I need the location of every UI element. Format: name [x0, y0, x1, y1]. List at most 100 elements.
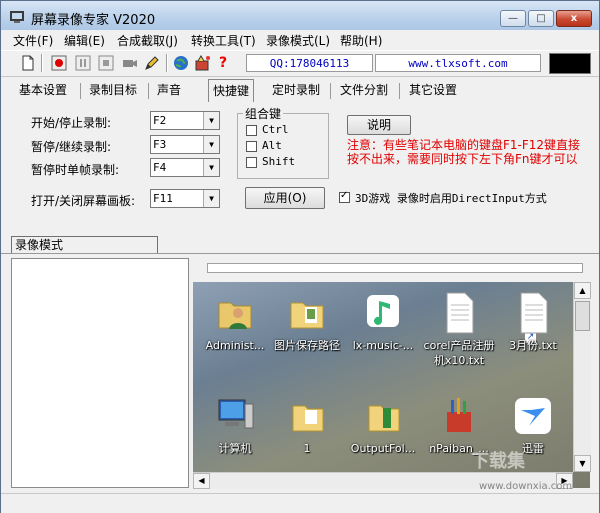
tab-separator — [80, 83, 81, 99]
desktop-icon[interactable]: OutputFol... — [343, 394, 423, 456]
globe-icon[interactable] — [173, 55, 189, 71]
modifier-group-title: 组合键 — [243, 105, 284, 122]
pause-icon[interactable] — [75, 55, 91, 71]
tab-separator — [399, 83, 400, 99]
tool-icon[interactable] — [195, 55, 211, 71]
scroll-down-icon[interactable]: ▼ — [574, 455, 591, 472]
maximize-button[interactable]: □ — [528, 10, 554, 27]
desktop-icon-label: Administ... — [205, 339, 265, 352]
directinput-checkbox[interactable] — [339, 190, 350, 203]
menu-record-mode[interactable]: 录像模式(L) — [266, 32, 330, 49]
toolbar-separator — [166, 54, 168, 72]
chevron-down-icon: ▼ — [203, 112, 219, 129]
title-bar[interactable]: 屏幕录像专家 V2020 — □ x — [1, 1, 599, 33]
file-list-pane[interactable] — [11, 258, 189, 488]
canvas-toggle-value: F11 — [153, 192, 173, 205]
desktop-icon[interactable]: 图片保存路径 — [267, 291, 347, 353]
menu-bar: 文件(F) 编辑(E) 合成截取(J) 转换工具(T) 录像模式(L) 帮助(H… — [1, 30, 599, 49]
preview-box — [549, 53, 591, 74]
camera-icon[interactable] — [122, 55, 138, 71]
toolbar-separator — [41, 54, 43, 72]
desktop-icon[interactable]: Administ... — [195, 291, 275, 353]
text-file-icon — [520, 292, 548, 334]
directinput-label: 3D游戏 录像时启用DirectInput方式 — [355, 192, 547, 205]
folder-shortcut-icon — [292, 405, 324, 432]
modifier-group: 组合键 Ctrl Alt Shift — [237, 105, 329, 179]
menu-compose[interactable]: 合成截取(J) — [117, 32, 178, 49]
shift-label: Shift — [262, 155, 296, 168]
desktop-icon-label: lx-music-... — [352, 339, 414, 352]
screen-preview: Administ... 图片保存路径 ↗ lx-music-... corel产… — [193, 282, 590, 488]
ctrl-checkbox[interactable] — [246, 125, 257, 136]
scroll-thumb[interactable] — [575, 301, 590, 331]
tab-hotkeys[interactable]: 快捷键 — [208, 79, 255, 102]
stop-icon[interactable] — [98, 55, 114, 71]
alt-checkbox[interactable] — [246, 141, 257, 152]
menu-convert[interactable]: 转换工具(T) — [191, 32, 256, 49]
tab-basic[interactable]: 基本设置 — [15, 79, 71, 101]
single-frame-select[interactable]: F4 ▼ — [150, 158, 220, 177]
tab-schedule[interactable]: 定时录制 — [268, 79, 324, 101]
watermark-text: 下载集 — [471, 451, 525, 472]
canvas-toggle-select[interactable]: F11 ▼ — [150, 189, 220, 208]
desktop-icon-label: 图片保存路径 — [274, 339, 340, 352]
start-stop-label: 开始/停止录制: — [31, 116, 112, 130]
desktop-icon[interactable]: 计算机 — [195, 394, 275, 456]
tab-separator — [330, 83, 331, 99]
explain-button[interactable]: 说明 — [347, 115, 411, 135]
tab-audio[interactable]: 声音 — [153, 79, 185, 101]
single-frame-value: F4 — [153, 161, 167, 174]
tab-split[interactable]: 文件分割 — [336, 79, 392, 101]
menu-help[interactable]: 帮助(H) — [340, 32, 382, 49]
start-stop-select[interactable]: F2 ▼ — [150, 111, 220, 130]
computer-icon — [218, 399, 254, 429]
text-file-icon — [446, 292, 474, 334]
music-app-icon — [367, 295, 399, 327]
scroll-left-icon[interactable]: ◀ — [193, 473, 210, 489]
toolbar: ? QQ:178046113 www.tlxsoft.com — [1, 50, 599, 77]
tab-other[interactable]: 其它设置 — [405, 79, 461, 101]
app-shortcut-icon — [447, 398, 471, 432]
new-file-icon[interactable] — [20, 55, 36, 71]
minimize-button[interactable]: — — [500, 10, 526, 27]
divider — [1, 253, 599, 254]
chevron-down-icon: ▼ — [203, 190, 219, 207]
settings-tabs: 基本设置 录制目标 声音 快捷键 定时录制 文件分割 其它设置 — [1, 79, 599, 103]
apply-button[interactable]: 应用(O) — [245, 187, 325, 209]
fn-key-note: 注意：有些笔记本电脑的键盘F1-F12键直接按不出来，需要同时按下左下角Fn键才… — [347, 138, 581, 166]
folder-icon — [290, 302, 324, 329]
app-window: 屏幕录像专家 V2020 — □ x 文件(F) 编辑(E) 合成截取(J) 转… — [0, 0, 600, 513]
desktop-icon-label: OutputFol... — [350, 442, 416, 455]
qq-contact: QQ:178046113 — [246, 54, 373, 72]
record-mode-tab[interactable]: 录像模式 — [11, 236, 158, 253]
chevron-down-icon: ▼ — [203, 159, 219, 176]
menu-file[interactable]: 文件(F) — [13, 32, 53, 49]
help-icon[interactable]: ? — [219, 55, 235, 71]
watermark-url: www.downxia.com — [479, 481, 573, 492]
tab-target[interactable]: 录制目标 — [85, 79, 141, 101]
single-frame-label: 暂停时单帧录制: — [31, 163, 120, 177]
desktop-icon-label: 3月份.txt — [509, 339, 557, 352]
vertical-scrollbar[interactable]: ▲ ▼ — [573, 282, 591, 472]
close-button[interactable]: x — [556, 10, 592, 27]
menu-edit[interactable]: 编辑(E) — [64, 32, 105, 49]
pause-resume-select[interactable]: F3 ▼ — [150, 135, 220, 154]
desktop-icon[interactable]: 1 — [267, 394, 347, 456]
timeline-ruler[interactable] — [207, 263, 583, 273]
desktop-icon[interactable]: 3月份.txt — [493, 291, 573, 353]
pen-icon[interactable] — [144, 55, 160, 71]
desktop-icon[interactable]: corel产品注册机x10.txt — [419, 291, 499, 368]
chevron-down-icon: ▼ — [203, 136, 219, 153]
desktop-icon[interactable]: ↗ lx-music-... — [343, 291, 537, 353]
scroll-up-icon[interactable]: ▲ — [574, 282, 591, 299]
thunder-app-icon — [515, 398, 551, 434]
ctrl-label: Ctrl — [262, 123, 289, 136]
alt-label: Alt — [262, 139, 282, 152]
website-link[interactable]: www.tlxsoft.com — [375, 54, 541, 72]
record-icon[interactable] — [51, 55, 67, 71]
tab-separator — [148, 83, 149, 99]
shift-checkbox[interactable] — [246, 157, 257, 168]
pause-resume-value: F3 — [153, 138, 167, 151]
canvas-toggle-label: 打开/关闭屏幕画板: — [31, 194, 136, 208]
start-stop-value: F2 — [153, 114, 167, 127]
